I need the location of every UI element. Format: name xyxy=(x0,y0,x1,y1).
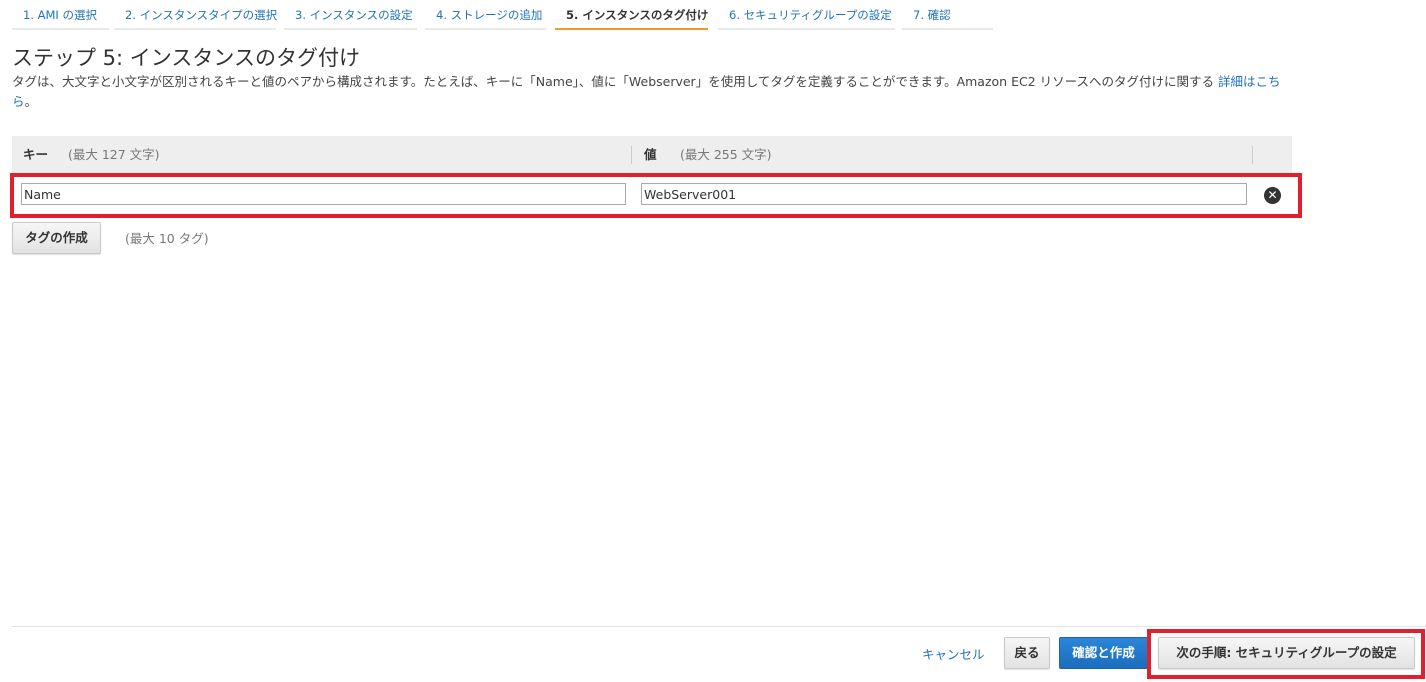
wizard-step-instance-type[interactable]: 2. インスタンスタイプの選択 xyxy=(114,0,277,30)
description-end: 。 xyxy=(24,94,38,109)
wizard-step-add-tags[interactable]: 5. インスタンスのタグ付け xyxy=(555,0,708,30)
wizard-step-ami[interactable]: 1. AMI の選択 xyxy=(12,0,109,30)
add-tag-button[interactable]: タグの作成 xyxy=(12,222,101,254)
wizard-step-configure-instance[interactable]: 3. インスタンスの設定 xyxy=(284,0,417,30)
key-column-header: キー xyxy=(23,147,49,162)
close-circle-icon[interactable]: ✕ xyxy=(1264,187,1281,204)
page-title: ステップ 5: インスタンスのタグ付け xyxy=(12,46,360,70)
tag-key-input[interactable] xyxy=(21,183,626,205)
wizard-steps: 1. AMI の選択 2. インスタンスタイプの選択 3. インスタンスの設定 … xyxy=(0,0,1426,31)
tag-value-input[interactable] xyxy=(641,183,1247,205)
column-divider xyxy=(1252,146,1253,164)
description-text: タグは、大文字と小文字が区別されるキーと値のペアから構成されます。たとえば、キー… xyxy=(12,74,1218,89)
wizard-step-security-group[interactable]: 6. セキュリティグループの設定 xyxy=(718,0,895,30)
next-configure-security-group-button[interactable]: 次の手順: セキュリティグループの設定 xyxy=(1158,637,1415,669)
page-description: タグは、大文字と小文字が区別されるキーと値のペアから構成されます。たとえば、キー… xyxy=(12,72,1294,112)
value-column-header: 値 xyxy=(644,147,657,162)
tag-table-header: キー (最大 127 文字) 値 (最大 255 文字) xyxy=(12,136,1292,174)
review-and-launch-button[interactable]: 確認と作成 xyxy=(1059,637,1148,669)
cancel-link[interactable]: キャンセル xyxy=(922,644,985,663)
back-button[interactable]: 戻る xyxy=(1004,637,1050,669)
wizard-step-add-storage[interactable]: 4. ストレージの追加 xyxy=(425,0,546,30)
value-max-length-hint: (最大 255 文字) xyxy=(680,147,772,162)
column-divider xyxy=(631,146,632,164)
key-max-length-hint: (最大 127 文字) xyxy=(68,147,160,162)
footer-divider xyxy=(12,626,1426,627)
wizard-step-review[interactable]: 7. 確認 xyxy=(902,0,993,30)
max-tags-hint: (最大 10 タグ) xyxy=(125,231,209,246)
